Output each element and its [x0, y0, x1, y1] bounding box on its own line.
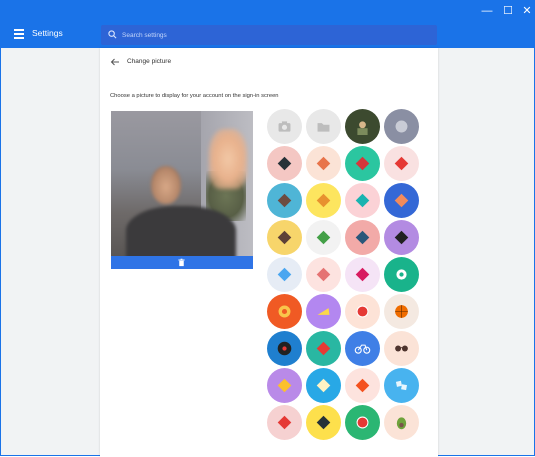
photo-icon — [395, 120, 408, 133]
avatar-origami-dragon[interactable] — [306, 220, 341, 255]
avatar-watermelon-slice[interactable] — [345, 405, 380, 440]
fries-icon — [277, 378, 292, 393]
ice-cream-icon — [277, 415, 292, 430]
avatar-food-pizza-orange[interactable] — [267, 294, 302, 329]
cheese-icon — [317, 308, 330, 315]
melon-icon — [356, 416, 369, 429]
profile-photo-icon — [357, 121, 368, 135]
settings-window: — ☐ ✕ Settings Change picture Choose a p… — [0, 0, 535, 457]
cat-icon — [277, 193, 292, 208]
avatar-avocado[interactable] — [384, 405, 419, 440]
avatar-choose-file[interactable] — [306, 109, 341, 144]
avatar-sandwich[interactable] — [306, 368, 341, 403]
avatar-origami-moose[interactable] — [267, 220, 302, 255]
change-picture-panel: Change picture Choose a picture to displ… — [100, 48, 438, 457]
record-icon — [277, 341, 292, 356]
bird-icon — [394, 156, 409, 171]
avatar-origami-panda[interactable] — [384, 220, 419, 255]
avatar-music-record[interactable] — [267, 331, 302, 366]
avatar-origami-crane[interactable] — [306, 257, 341, 292]
title-bar: — ☐ ✕ — [1, 1, 534, 21]
avatar-origami-corgi[interactable] — [306, 183, 341, 218]
whale-icon — [355, 193, 370, 208]
avatar-origami-rainbow[interactable] — [267, 257, 302, 292]
sneaker-icon — [316, 341, 331, 356]
avatar-food-watermelon[interactable] — [345, 294, 380, 329]
avatar-onigiri[interactable] — [306, 405, 341, 440]
search-icon — [108, 30, 117, 39]
avatar-origami-cardinal[interactable] — [345, 257, 380, 292]
moose-icon — [277, 230, 292, 245]
turtle-icon — [355, 156, 370, 171]
avatar-ice-cubes[interactable] — [384, 368, 419, 403]
orange-icon — [278, 305, 291, 318]
avatar-origami-whale[interactable] — [345, 183, 380, 218]
app-title: Settings — [32, 28, 63, 38]
avatar-food-cheese[interactable] — [306, 294, 341, 329]
avatar-origami-bird[interactable] — [384, 146, 419, 181]
instructions-text: Choose a picture to display for your acc… — [110, 93, 279, 99]
sushi-icon — [355, 378, 370, 393]
menu-icon[interactable] — [14, 29, 24, 39]
avatar-origami-butterfly[interactable] — [384, 183, 419, 218]
corgi-icon — [316, 193, 331, 208]
avatar-recent-photo[interactable] — [384, 109, 419, 144]
camera-icon — [278, 121, 291, 132]
folder-icon — [317, 123, 330, 132]
trash-icon[interactable] — [177, 258, 186, 267]
dragon-icon — [316, 230, 331, 245]
avatar-french-fries[interactable] — [267, 368, 302, 403]
fox-icon — [316, 156, 331, 171]
watermelon-icon — [356, 305, 369, 318]
avatar-take-photo[interactable] — [267, 109, 302, 144]
rainbow-icon — [277, 267, 292, 282]
butterfly-icon — [394, 193, 409, 208]
avatar-origami-turtle[interactable] — [345, 146, 380, 181]
close-button[interactable]: ✕ — [519, 4, 535, 18]
panda-icon — [394, 230, 409, 245]
onigiri-icon — [316, 415, 331, 430]
flower-icon — [396, 269, 407, 280]
maximize-button[interactable]: ☐ — [500, 4, 516, 18]
camera-preview — [111, 111, 253, 269]
avatar-sneaker[interactable] — [306, 331, 341, 366]
avatar-ice-cream[interactable] — [267, 405, 302, 440]
avatar-sport-basketball[interactable] — [384, 294, 419, 329]
avatar-origami-penguin[interactable] — [267, 146, 302, 181]
sunglasses-icon — [395, 345, 408, 352]
avatar-sushi[interactable] — [345, 368, 380, 403]
search-input[interactable] — [122, 29, 422, 41]
avocado-icon — [396, 417, 407, 430]
cardinal-icon — [355, 267, 370, 282]
avatar-origami-flower[interactable] — [384, 257, 419, 292]
basketball-icon — [395, 305, 408, 318]
avatar-profile-photo[interactable] — [345, 109, 380, 144]
minimize-button[interactable]: — — [479, 4, 495, 18]
sandwich-icon — [316, 378, 331, 393]
penguin-icon — [277, 156, 292, 171]
camera-action-bar — [111, 256, 253, 269]
search-box[interactable] — [101, 25, 437, 45]
page-title: Change picture — [127, 58, 172, 65]
avatar-origami-elephant[interactable] — [345, 220, 380, 255]
avatar-bicycle[interactable] — [345, 331, 380, 366]
elephant-icon — [355, 230, 370, 245]
ice-icon — [395, 380, 408, 391]
crane-icon — [316, 267, 331, 282]
app-bar: Settings — [1, 21, 534, 48]
avatar-sunglasses[interactable] — [384, 331, 419, 366]
bicycle-icon — [354, 344, 371, 354]
avatar-origami-cat[interactable] — [267, 183, 302, 218]
avatar-origami-fox[interactable] — [306, 146, 341, 181]
back-arrow-icon[interactable] — [110, 57, 120, 67]
